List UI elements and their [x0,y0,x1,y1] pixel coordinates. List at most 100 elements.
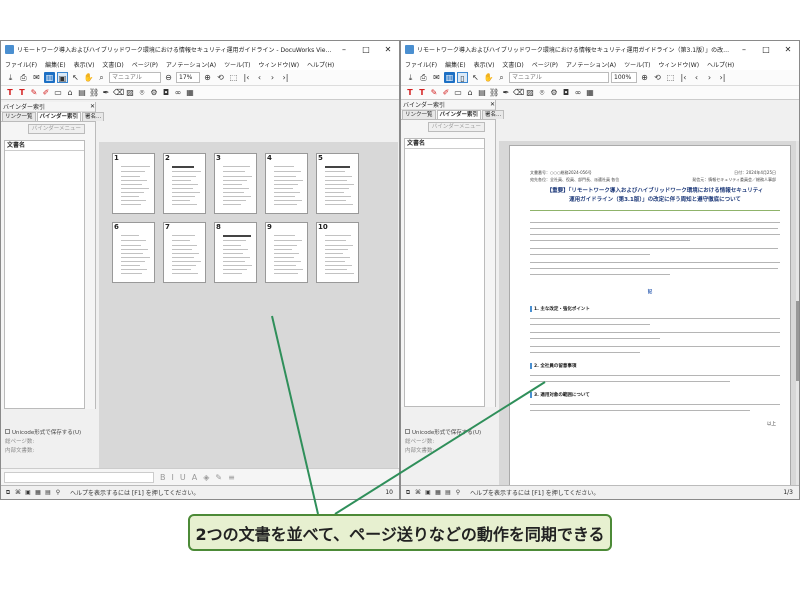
fit-page-icon[interactable]: ⬚ [228,72,239,83]
link-icon[interactable]: ⛓ [89,88,99,97]
status-tool-3-icon[interactable]: ▣ [424,489,432,497]
page-thumbnail[interactable]: 4 [265,153,308,214]
camera-icon[interactable]: ⌾ [537,88,547,98]
tab-link-list[interactable]: リンク一覧 [402,110,436,119]
last-page-icon[interactable]: ›| [717,72,728,83]
menu-document[interactable]: 文書(D) [102,60,123,69]
binder-menu-button[interactable]: バインダーメニュー [27,124,85,134]
column-header-document-name[interactable]: 文書名 [5,141,84,151]
page-thumbnail[interactable]: 6 [112,222,155,283]
unicode-checkbox[interactable] [405,429,410,434]
fit-page-icon[interactable]: ⬚ [665,72,676,83]
next-page-icon[interactable]: › [704,72,715,83]
tab-link-list[interactable]: リンク一覧 [2,112,36,121]
tab-binder-index[interactable]: バインダー索引 [36,112,82,121]
menu-page[interactable]: ページ(P) [532,60,558,69]
tab-binder-index[interactable]: バインダー索引 [436,110,482,119]
line-icon[interactable]: ✎ [215,473,222,482]
zoom-in-icon[interactable]: ⊕ [639,72,650,83]
layout-icon[interactable]: ▥ [44,72,55,83]
layout-icon[interactable]: ▥ [444,72,455,83]
underline-icon[interactable]: U [180,473,186,482]
status-tool-5-icon[interactable]: ▤ [44,489,52,497]
highlighter-icon[interactable]: ▭ [53,88,63,97]
page-thumbnail[interactable]: 8 [214,222,257,283]
print-icon[interactable]: ⎙ [18,72,29,83]
tab-signature[interactable]: 署名... [482,110,505,119]
menu-help[interactable]: ヘルプ(H) [307,60,334,69]
menu-annotation[interactable]: アノテーション(A) [166,60,216,69]
font-color-icon[interactable]: A [192,473,197,482]
cursor-icon[interactable]: ↖ [470,72,481,83]
single-page-view-icon[interactable]: ▯ [457,72,468,83]
status-tool-1-icon[interactable]: ⧉ [404,489,412,497]
prev-page-icon[interactable]: ‹ [691,72,702,83]
status-tool-3-icon[interactable]: ▣ [24,489,32,497]
page-thumbnail[interactable]: 1 [112,153,155,214]
pen-icon[interactable]: ✒ [101,88,111,97]
comment-icon[interactable]: ◘ [161,88,171,97]
document-name-list[interactable]: 文書名 [4,140,85,409]
status-tool-4-icon[interactable]: ▦ [434,489,442,497]
close-icon[interactable]: ✕ [377,45,399,54]
unicode-checkbox[interactable] [5,429,10,434]
column-header-document-name[interactable]: 文書名 [405,139,484,149]
font-select[interactable] [4,471,154,483]
stamp-icon[interactable]: ✐ [441,88,451,97]
print-icon[interactable]: ⎙ [418,72,429,83]
menu-edit[interactable]: 編集(E) [45,60,65,69]
fill-icon[interactable]: ◈ [203,473,209,482]
page-thumbnail[interactable]: 7 [163,222,206,283]
camera-icon[interactable]: ⌾ [137,88,147,98]
image-icon[interactable]: ▨ [125,88,135,97]
status-tool-5-icon[interactable]: ▤ [444,489,452,497]
first-page-icon[interactable]: |‹ [241,72,252,83]
page-thumbnail[interactable]: 9 [265,222,308,283]
binder-view-icon[interactable]: ▣ [57,72,68,83]
tab-signature[interactable]: 署名... [82,112,105,121]
chain-icon[interactable]: ∞ [573,88,583,97]
right-zoom-select[interactable]: 100% [611,72,637,83]
text-annotation-icon[interactable]: T [5,88,15,97]
menu-page[interactable]: ページ(P) [132,60,158,69]
mail-icon[interactable]: ✉ [31,72,42,83]
link-icon[interactable]: ⛓ [489,88,499,97]
menu-tools[interactable]: ツール(T) [224,60,250,69]
page-thumbnail[interactable]: 5 [316,153,359,214]
text-annotation-2-icon[interactable]: T [17,88,27,97]
status-tool-4-icon[interactable]: ▦ [34,489,42,497]
download-icon[interactable]: ⤓ [5,72,16,83]
download-icon[interactable]: ⤓ [405,72,416,83]
grid-icon[interactable]: ▦ [185,88,195,97]
mail-icon[interactable]: ✉ [431,72,442,83]
status-tool-2-icon[interactable]: ⌘ [14,489,22,497]
comment-icon[interactable]: ◘ [561,88,571,97]
menu-window[interactable]: ウィンドウ(W) [258,60,299,69]
text-annotation-2-icon[interactable]: T [417,88,427,97]
page-thumbnail[interactable]: 10 [316,222,359,283]
panel-close-icon[interactable]: ✕ [490,101,495,108]
maximize-icon[interactable]: □ [355,45,377,54]
sticky-note-icon[interactable]: ▤ [77,88,87,97]
left-zoom-select[interactable]: 17% [176,72,200,83]
scrollbar-thumb[interactable] [796,301,799,381]
left-thumbnail-area[interactable]: 1 2 3 4 5 6 7 8 9 10 [99,142,398,499]
eraser-icon[interactable]: ⌫ [113,88,124,97]
search-icon[interactable]: ⌕ [496,72,507,83]
eraser-icon[interactable]: ⌫ [513,88,524,97]
pen-icon[interactable]: ✒ [501,88,511,97]
hand-icon[interactable]: ✋ [483,72,494,83]
binder-menu-button[interactable]: バインダーメニュー [427,122,485,132]
status-tool-1-icon[interactable]: ⧉ [4,489,12,497]
search-icon[interactable]: ⌕ [96,72,107,83]
right-vertical-scrollbar[interactable] [796,141,799,499]
text-annotation-icon[interactable]: T [405,88,415,97]
stamp-icon[interactable]: ✐ [41,88,51,97]
chain-icon[interactable]: ∞ [173,88,183,97]
menu-document[interactable]: 文書(D) [502,60,523,69]
status-tool-6-icon[interactable]: ⚲ [54,489,62,497]
page-thumbnail[interactable]: 3 [214,153,257,214]
italic-icon[interactable]: I [172,473,174,482]
right-search-input[interactable]: マニュアル [509,72,609,83]
prev-page-icon[interactable]: ‹ [254,72,265,83]
